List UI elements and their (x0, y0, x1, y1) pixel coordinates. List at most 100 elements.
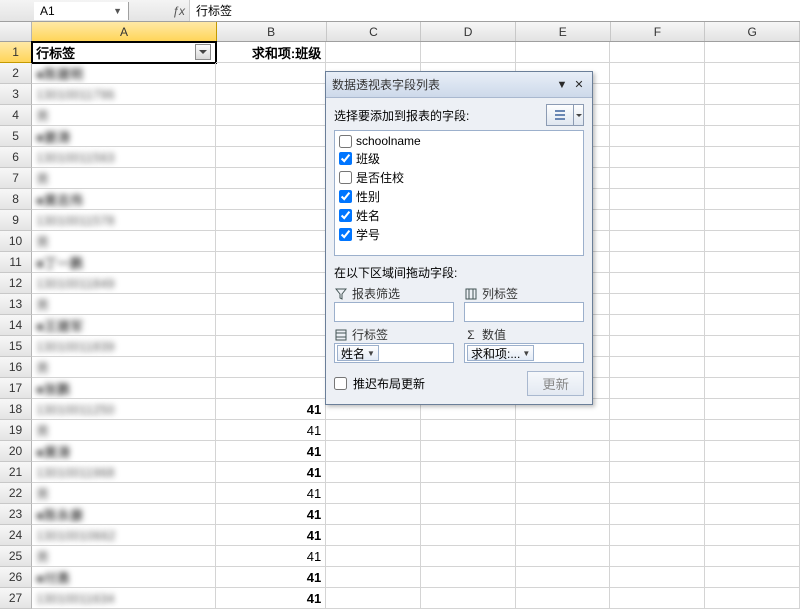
value-token[interactable]: 求和项:... ▼ (467, 345, 534, 361)
row-header[interactable]: 10 (0, 231, 32, 252)
cell-A8[interactable]: ■黄志伟 (32, 189, 216, 210)
cell-A3[interactable]: 13010011796 (32, 84, 216, 105)
cell-A2[interactable]: ■陈建明 (32, 63, 216, 84)
cell-G8[interactable] (705, 189, 800, 210)
cell-A17[interactable]: ■张鹏 (32, 378, 216, 399)
cell-C26[interactable] (326, 567, 421, 588)
cell-B2[interactable] (216, 63, 326, 84)
cell-G22[interactable] (705, 483, 800, 504)
cell-A6[interactable]: 13010011563 (32, 147, 216, 168)
cell-E21[interactable] (516, 462, 611, 483)
cell-B8[interactable] (216, 189, 326, 210)
cell-D27[interactable] (421, 588, 516, 609)
cell-B22[interactable]: 41 (216, 483, 326, 504)
chevron-down-icon[interactable]: ▼ (555, 78, 569, 92)
cell-F17[interactable] (610, 378, 705, 399)
cell-G17[interactable] (705, 378, 800, 399)
cell-B24[interactable]: 41 (216, 525, 326, 546)
cell-E23[interactable] (516, 504, 611, 525)
cell-C21[interactable] (326, 462, 421, 483)
update-button[interactable]: 更新 (527, 371, 584, 396)
cell-F3[interactable] (610, 84, 705, 105)
chevron-down-icon[interactable]: ▼ (367, 349, 375, 358)
cell-E26[interactable] (516, 567, 611, 588)
cell-E1[interactable] (516, 42, 611, 63)
cell-G21[interactable] (705, 462, 800, 483)
row-header[interactable]: 4 (0, 105, 32, 126)
cell-G13[interactable] (705, 294, 800, 315)
row-header[interactable]: 24 (0, 525, 32, 546)
cell-F8[interactable] (610, 189, 705, 210)
cell-C23[interactable] (326, 504, 421, 525)
cell-B25[interactable]: 41 (216, 546, 326, 567)
row-header[interactable]: 17 (0, 378, 32, 399)
field-checkbox[interactable] (339, 152, 352, 165)
select-all-corner[interactable] (0, 22, 32, 41)
column-header-E[interactable]: E (516, 22, 611, 41)
cell-B3[interactable] (216, 84, 326, 105)
row-header[interactable]: 13 (0, 294, 32, 315)
cell-A24[interactable]: 13010010662 (32, 525, 216, 546)
cell-D1[interactable] (421, 42, 516, 63)
pivot-field-list-panel[interactable]: 数据透视表字段列表 ▼ ✕ 选择要添加到报表的字段: schoolname班级是… (325, 71, 593, 405)
cell-A23[interactable]: ■陈永康 (32, 504, 216, 525)
cell-C19[interactable] (326, 420, 421, 441)
row-header[interactable]: 14 (0, 315, 32, 336)
row-header[interactable]: 23 (0, 504, 32, 525)
field-item[interactable]: schoolname (335, 133, 583, 149)
area-values-drop[interactable]: 求和项:... ▼ (464, 343, 584, 363)
cell-A22[interactable]: 男 (32, 483, 216, 504)
cell-F9[interactable] (610, 210, 705, 231)
cell-B14[interactable] (216, 315, 326, 336)
cell-F23[interactable] (610, 504, 705, 525)
row-header[interactable]: 6 (0, 147, 32, 168)
cell-E22[interactable] (516, 483, 611, 504)
cell-B19[interactable]: 41 (216, 420, 326, 441)
cell-A4[interactable]: 男 (32, 105, 216, 126)
cell-B6[interactable] (216, 147, 326, 168)
cell-B26[interactable]: 41 (216, 567, 326, 588)
row-header[interactable]: 11 (0, 252, 32, 273)
cell-E19[interactable] (516, 420, 611, 441)
area-columns-drop[interactable] (464, 302, 584, 322)
cell-D26[interactable] (421, 567, 516, 588)
cell-F13[interactable] (610, 294, 705, 315)
cell-G27[interactable] (705, 588, 800, 609)
cell-F24[interactable] (610, 525, 705, 546)
field-checkbox[interactable] (339, 209, 352, 222)
column-header-D[interactable]: D (421, 22, 516, 41)
close-icon[interactable]: ✕ (572, 78, 586, 92)
cell-F2[interactable] (610, 63, 705, 84)
cell-F15[interactable] (610, 336, 705, 357)
cell-F7[interactable] (610, 168, 705, 189)
layout-options-dropdown[interactable] (574, 104, 584, 126)
field-item[interactable]: 是否住校 (335, 168, 583, 187)
cell-G12[interactable] (705, 273, 800, 294)
cell-D20[interactable] (421, 441, 516, 462)
row-header[interactable]: 7 (0, 168, 32, 189)
cell-B21[interactable]: 41 (216, 462, 326, 483)
cell-F18[interactable] (610, 399, 705, 420)
cell-G26[interactable] (705, 567, 800, 588)
cell-G4[interactable] (705, 105, 800, 126)
cell-B4[interactable] (216, 105, 326, 126)
cell-F11[interactable] (610, 252, 705, 273)
cell-B9[interactable] (216, 210, 326, 231)
row-header[interactable]: 9 (0, 210, 32, 231)
defer-layout-checkbox[interactable] (334, 377, 347, 390)
cell-A27[interactable]: 13010011634 (32, 588, 216, 609)
row-header[interactable]: 1 (0, 42, 32, 63)
cell-D23[interactable] (421, 504, 516, 525)
cell-B23[interactable]: 41 (216, 504, 326, 525)
cell-C27[interactable] (326, 588, 421, 609)
pivot-filter-dropdown[interactable] (195, 44, 211, 60)
cell-A21[interactable]: 13010011968 (32, 462, 216, 483)
cell-F16[interactable] (610, 357, 705, 378)
cell-F19[interactable] (610, 420, 705, 441)
cell-G7[interactable] (705, 168, 800, 189)
cell-B16[interactable] (216, 357, 326, 378)
cell-D22[interactable] (421, 483, 516, 504)
field-item[interactable]: 性别 (335, 187, 583, 206)
cell-F6[interactable] (610, 147, 705, 168)
cell-E20[interactable] (516, 441, 611, 462)
